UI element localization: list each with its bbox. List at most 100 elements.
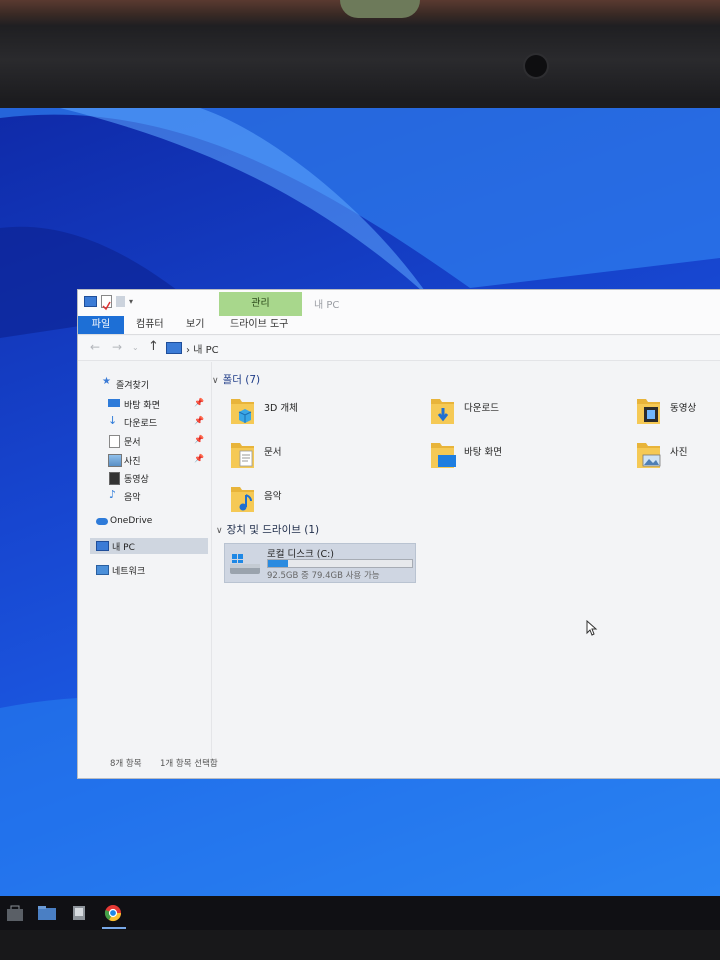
sidebar-item-documents[interactable]: 문서 📌 <box>90 433 208 449</box>
chevron-down-icon[interactable]: ∨ <box>216 526 223 536</box>
music-icon: ♪ <box>109 488 117 501</box>
pc-icon <box>96 541 109 551</box>
cloud-icon <box>96 518 108 525</box>
background-object <box>340 0 420 18</box>
star-icon: ★ <box>102 376 111 387</box>
sidebar-item-label: 음악 <box>124 493 141 503</box>
pin-icon[interactable]: 📌 <box>194 454 204 463</box>
section-title: 폴더 (7) <box>222 374 261 386</box>
monitor-bezel-bottom <box>0 930 720 960</box>
address-bar: ← → ⌄ ↑ › 내 PC <box>78 336 720 361</box>
tab-drive-tools[interactable]: 드라이브 도구 <box>230 316 288 334</box>
folders-section-header[interactable]: ∨ 폴더 (7) <box>212 372 260 387</box>
folder-desktop[interactable]: 바탕 화면 <box>430 440 610 476</box>
sidebar-item-label: 네트워크 <box>112 567 146 577</box>
picture-icon <box>108 454 122 467</box>
webcam <box>525 55 547 77</box>
sidebar-item-my-pc[interactable]: 내 PC <box>90 538 208 554</box>
folder-music[interactable]: 음악 <box>230 484 410 520</box>
folder-downloads-icon <box>431 399 454 424</box>
tab-manage[interactable]: 관리 <box>219 292 302 316</box>
folder-pictures-icon <box>637 443 661 468</box>
folder-name: 동영상 <box>670 403 697 414</box>
folder-3d-objects-icon <box>231 399 254 424</box>
chrome-icon[interactable] <box>102 903 124 923</box>
active-indicator <box>102 927 126 929</box>
pc-icon <box>166 342 182 354</box>
file-explorer-window: ▾ 관리 내 PC 파일 컴퓨터 보기 드라이브 도구 ← → ⌄ ↑ › 내 … <box>78 290 720 778</box>
sidebar-item-label: 문서 <box>124 438 141 448</box>
folder-name: 사진 <box>670 447 688 458</box>
drive-free-space: 92.5GB 중 79.4GB 사용 가능 <box>267 571 380 581</box>
file-explorer-taskbar-icon[interactable] <box>36 903 58 923</box>
devices-section-header[interactable]: ∨ 장치 및 드라이브 (1) <box>216 522 319 537</box>
sidebar-item-onedrive[interactable]: OneDrive <box>90 514 208 530</box>
section-title: 장치 및 드라이브 (1) <box>226 524 320 536</box>
up-arrow-icon[interactable]: ↑ <box>148 339 159 354</box>
breadcrumb[interactable]: › 내 PC <box>186 341 219 356</box>
title-bar: ▾ 관리 내 PC <box>78 290 720 316</box>
pin-icon[interactable]: 📌 <box>194 416 204 425</box>
tab-file[interactable]: 파일 <box>78 316 124 334</box>
breadcrumb-my-pc[interactable]: 내 PC <box>193 345 218 356</box>
sidebar-item-music[interactable]: ♪ 음악 <box>90 488 208 504</box>
folder-name: 음악 <box>264 491 282 502</box>
desktop-icon <box>108 399 120 407</box>
download-icon: ↓ <box>108 414 118 427</box>
properties-icon[interactable] <box>101 295 112 311</box>
folder-music-icon <box>231 487 254 512</box>
folder-documents-icon <box>231 443 254 468</box>
drive-usage-bar <box>267 559 413 568</box>
folder-3d-objects[interactable]: 3D 개체 <box>230 396 410 432</box>
sidebar-item-label: 바탕 화면 <box>124 401 160 411</box>
sidebar-item-quick-access[interactable]: ★ 즐겨찾기 <box>90 376 208 392</box>
folder-name: 다운로드 <box>464 403 499 414</box>
sidebar-item-videos[interactable]: 동영상 <box>90 470 208 486</box>
folder-videos-icon <box>637 399 660 424</box>
ribbon-tabs: 파일 컴퓨터 보기 드라이브 도구 <box>78 316 720 335</box>
pin-icon[interactable]: 📌 <box>194 435 204 444</box>
folder-name: 3D 개체 <box>264 403 298 414</box>
folder-downloads[interactable]: 다운로드 <box>430 396 610 432</box>
folder-pictures[interactable]: 사진 <box>636 440 720 476</box>
forward-arrow-icon[interactable]: → <box>112 340 122 354</box>
sidebar-item-label: 사진 <box>124 457 141 467</box>
taskbar <box>0 896 720 930</box>
content-pane: ∨ 폴더 (7) 3D 개체 다운로드 동영상 문서 바탕 화면 사진 음악 ∨… <box>212 362 720 762</box>
tab-computer[interactable]: 컴퓨터 <box>136 316 164 334</box>
pc-icon[interactable] <box>84 296 97 307</box>
item-count: 8개 항목 <box>110 759 142 769</box>
new-folder-icon[interactable] <box>116 296 125 307</box>
folder-name: 바탕 화면 <box>464 447 502 458</box>
back-arrow-icon[interactable]: ← <box>90 340 100 354</box>
folder-videos[interactable]: 동영상 <box>636 396 720 432</box>
sidebar-item-label: 다운로드 <box>124 419 158 429</box>
window-title: 내 PC <box>314 300 340 311</box>
store-icon[interactable] <box>4 903 26 923</box>
hard-drive-icon <box>230 554 260 574</box>
drive-usage-fill <box>268 560 289 567</box>
sidebar-item-pictures[interactable]: 사진 📌 <box>90 452 208 468</box>
folder-name: 문서 <box>264 447 282 458</box>
network-icon <box>96 565 109 575</box>
chevron-down-icon[interactable]: ∨ <box>212 376 219 386</box>
drive-local-disk-c[interactable]: 로컬 디스크 (C:) 92.5GB 중 79.4GB 사용 가능 <box>224 543 416 583</box>
sidebar-item-label: OneDrive <box>110 516 153 526</box>
sidebar-item-label: 내 PC <box>112 543 135 553</box>
tab-view[interactable]: 보기 <box>186 316 204 334</box>
sidebar-item-downloads[interactable]: ↓ 다운로드 📌 <box>90 414 208 430</box>
customize-toolbar-icon[interactable]: ▾ <box>129 296 139 308</box>
document-icon <box>109 435 120 448</box>
app-taskbar-icon[interactable] <box>68 903 90 923</box>
folder-desktop-icon <box>431 443 456 468</box>
quick-access-toolbar: ▾ <box>84 295 139 311</box>
recent-locations-icon[interactable]: ⌄ <box>132 343 139 352</box>
folder-documents[interactable]: 문서 <box>230 440 410 476</box>
sidebar-item-desktop[interactable]: 바탕 화면 📌 <box>90 396 208 412</box>
sidebar-item-network[interactable]: 네트워크 <box>90 562 208 578</box>
navigation-pane: ★ 즐겨찾기 바탕 화면 📌 ↓ 다운로드 📌 문서 📌 사진 📌 동영상 ♪ … <box>90 372 210 762</box>
monitor-bezel-top <box>0 0 720 108</box>
pin-icon[interactable]: 📌 <box>194 398 204 407</box>
status-bar: 8개 항목 1개 항목 선택함 <box>78 752 720 774</box>
drive-name: 로컬 디스크 (C:) <box>267 549 334 560</box>
